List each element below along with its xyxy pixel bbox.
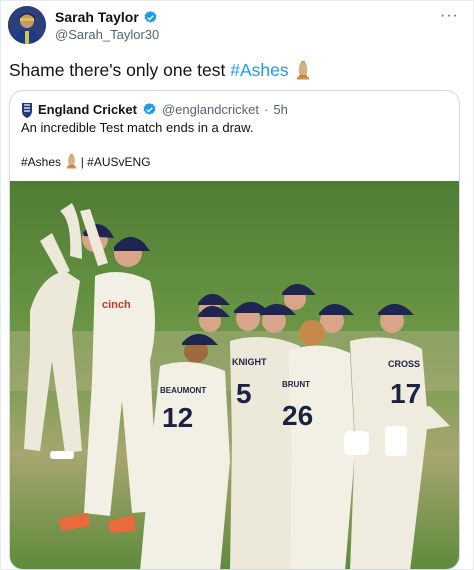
- hashtag-ausveng-text[interactable]: #AUSvENG: [87, 155, 150, 169]
- team-celebration-photo: cinch BEAUMONT 12 KNIGHT 5 BRUNT 26 CROS…: [10, 181, 459, 569]
- verified-badge-icon: [144, 10, 157, 23]
- verified-badge-icon: [143, 102, 156, 115]
- quoted-hashtags: #Ashes | #AUSvENG: [21, 153, 151, 169]
- author-avatar[interactable]: [8, 6, 46, 44]
- quoted-timestamp[interactable]: 5h: [273, 102, 287, 117]
- hashtag-ashes-text[interactable]: #Ashes: [21, 155, 61, 169]
- jersey-name-cross: CROSS: [388, 359, 420, 369]
- author-name[interactable]: Sarah Taylor: [55, 9, 139, 25]
- quoted-text: An incredible Test match ends in a draw.: [21, 120, 254, 135]
- tweet-text: Shame there's only one test #Ashes: [9, 59, 310, 81]
- england-cricket-logo-icon: [22, 103, 32, 118]
- jersey-name-knight: KNIGHT: [232, 357, 267, 367]
- jersey-number-5: 5: [236, 378, 252, 409]
- quoted-tweet-header: England Cricket @englandcricket · 5h: [21, 100, 288, 118]
- jersey-number-12: 12: [162, 402, 193, 433]
- quoted-dot-separator: ·: [264, 101, 269, 117]
- more-options-icon[interactable]: ···: [440, 7, 459, 25]
- quoted-tweet[interactable]: England Cricket @englandcricket · 5h An …: [9, 90, 460, 570]
- sponsor-logo: cinch: [102, 299, 131, 311]
- quoted-photo[interactable]: cinch BEAUMONT 12 KNIGHT 5 BRUNT 26 CROS…: [10, 181, 459, 569]
- author-handle[interactable]: @Sarah_Taylor30: [55, 27, 159, 42]
- hashtag-ashes-link[interactable]: #Ashes: [230, 60, 288, 80]
- tweet-card: Sarah Taylor @Sarah_Taylor30 ··· Shame t…: [0, 0, 474, 570]
- jersey-number-26: 26: [282, 400, 313, 431]
- jersey-name-beaumont: BEAUMONT: [160, 386, 206, 395]
- tweet-text-body: Shame there's only one test: [9, 60, 231, 80]
- ashes-urn-icon: [296, 61, 309, 80]
- ashes-urn-icon: [67, 153, 77, 169]
- quoted-author-name[interactable]: England Cricket: [38, 102, 137, 117]
- jersey-number-17: 17: [390, 378, 421, 409]
- quoted-author-handle[interactable]: @englandcricket: [162, 102, 259, 117]
- tweet-author: Sarah Taylor @Sarah_Taylor30: [55, 9, 159, 42]
- jersey-name-brunt: BRUNT: [282, 380, 310, 389]
